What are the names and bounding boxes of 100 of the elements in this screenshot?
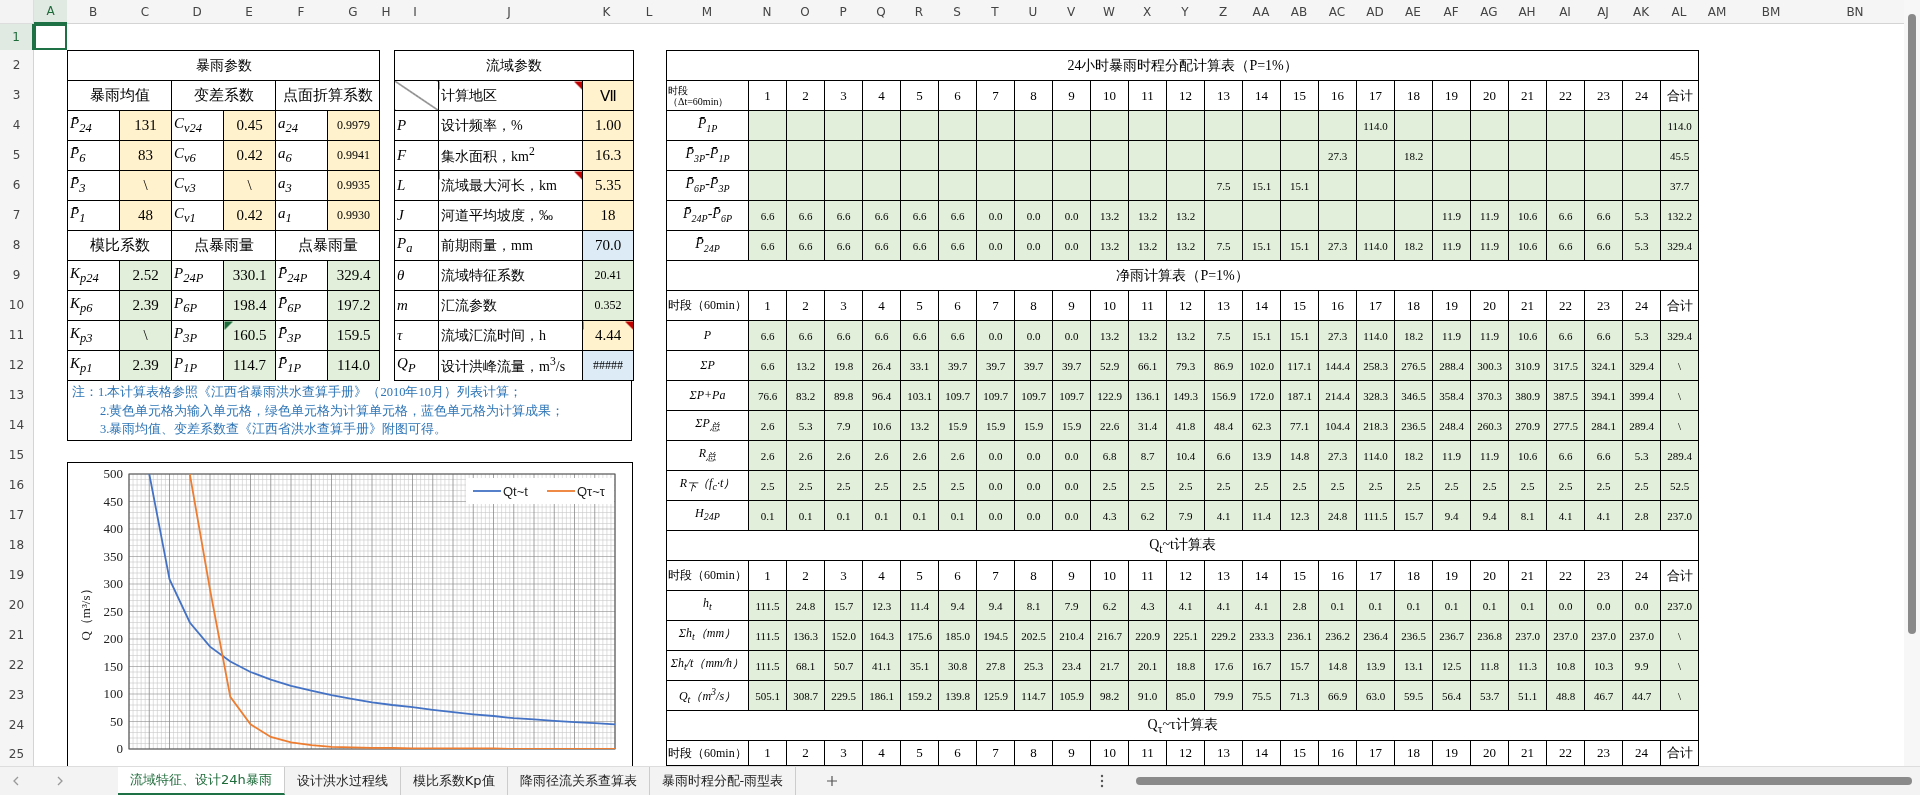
column-header: 18 xyxy=(1394,290,1433,321)
column-header[interactable]: K xyxy=(581,0,632,24)
vertical-scrollbar[interactable] xyxy=(1904,0,1920,766)
row-header[interactable]: 2 xyxy=(0,50,34,80)
column-header[interactable]: AC xyxy=(1318,0,1356,24)
sheet-tab[interactable]: 流域特征、设计24h暴雨 xyxy=(118,767,285,795)
param-value: ##### xyxy=(582,350,634,381)
y-axis-title: Q（m³/s） xyxy=(78,582,93,641)
column-header[interactable]: C xyxy=(119,0,171,24)
column-header: 5 xyxy=(900,740,939,766)
column-header[interactable]: AI xyxy=(1546,0,1584,24)
column-header[interactable]: D xyxy=(171,0,223,24)
row-header[interactable]: 22 xyxy=(0,650,34,680)
column-header[interactable]: V xyxy=(1052,0,1090,24)
row-header[interactable]: 7 xyxy=(0,200,34,230)
column-header[interactable]: AK xyxy=(1622,0,1660,24)
column-header[interactable]: J xyxy=(437,0,581,24)
row-header[interactable]: 1 xyxy=(0,24,34,50)
param-symbol: K$_{p24}$ xyxy=(67,260,120,291)
row-header[interactable]: 6 xyxy=(0,170,34,200)
column-header[interactable]: AF xyxy=(1432,0,1470,24)
row-header[interactable]: 21 xyxy=(0,620,34,650)
more-icon[interactable] xyxy=(1100,774,1105,788)
column-header[interactable]: BN xyxy=(1806,0,1904,24)
sheet-tab[interactable]: 设计洪水过程线 xyxy=(284,767,401,795)
column-header[interactable]: Y xyxy=(1166,0,1204,24)
column-header[interactable]: R xyxy=(900,0,938,24)
row-header[interactable]: 23 xyxy=(0,680,34,710)
sheet-tab[interactable]: 模比系数Kp值 xyxy=(400,767,508,795)
row-header[interactable]: 25 xyxy=(0,740,34,766)
row-header[interactable]: 14 xyxy=(0,410,34,440)
row-header[interactable]: 10 xyxy=(0,290,34,320)
column-header: 8 xyxy=(1014,290,1053,321)
row-header[interactable]: 9 xyxy=(0,260,34,290)
column-header[interactable]: A xyxy=(34,0,67,24)
row-header[interactable]: 16 xyxy=(0,470,34,500)
column-header: 20 xyxy=(1470,80,1509,111)
row-header[interactable]: 12 xyxy=(0,350,34,380)
row-header[interactable]: 17 xyxy=(0,500,34,530)
column-header[interactable]: I xyxy=(393,0,437,24)
column-header[interactable]: E xyxy=(223,0,275,24)
column-header[interactable]: AH xyxy=(1508,0,1546,24)
row-header[interactable]: 19 xyxy=(0,560,34,590)
row-header[interactable]: 11 xyxy=(0,320,34,350)
column-header: 20 xyxy=(1470,290,1509,321)
column-header[interactable]: H xyxy=(379,0,393,24)
column-header[interactable]: AE xyxy=(1394,0,1432,24)
column-header[interactable]: F xyxy=(275,0,327,24)
row-header[interactable]: 20 xyxy=(0,590,34,620)
cell-cursor xyxy=(34,24,67,50)
row-header[interactable]: 3 xyxy=(0,80,34,110)
row-header[interactable]: 8 xyxy=(0,230,34,260)
sheet-tab[interactable]: 暴雨时程分配-雨型表 xyxy=(649,767,797,795)
column-header[interactable]: Z xyxy=(1204,0,1242,24)
column-header[interactable]: G xyxy=(327,0,379,24)
column-header[interactable]: BM xyxy=(1736,0,1806,24)
param-value: 2.39 xyxy=(119,350,172,381)
scroll-thumb[interactable] xyxy=(1136,777,1912,785)
column-header[interactable]: M xyxy=(666,0,748,24)
column-header[interactable]: P xyxy=(824,0,862,24)
column-header: 17 xyxy=(1356,290,1395,321)
param-value: 2.39 xyxy=(119,290,172,321)
column-header: 8 xyxy=(1014,740,1053,766)
column-header: 21 xyxy=(1508,740,1547,766)
row-header[interactable]: 5 xyxy=(0,140,34,170)
row-header[interactable]: 18 xyxy=(0,530,34,560)
row-header[interactable]: 13 xyxy=(0,380,34,410)
add-sheet-icon[interactable] xyxy=(826,775,839,787)
column-header: 17 xyxy=(1356,740,1395,766)
row-header[interactable]: 15 xyxy=(0,440,34,470)
column-header[interactable]: AB xyxy=(1280,0,1318,24)
column-header[interactable]: W xyxy=(1090,0,1128,24)
column-header[interactable]: T xyxy=(976,0,1014,24)
column-header[interactable]: L xyxy=(632,0,666,24)
sheet-tab[interactable]: 降雨径流关系查算表 xyxy=(507,767,650,795)
column-header: 13 xyxy=(1204,290,1243,321)
column-header: 22 xyxy=(1546,80,1585,111)
column-header: 9 xyxy=(1052,290,1091,321)
scroll-thumb[interactable] xyxy=(1908,14,1916,634)
column-header[interactable]: N xyxy=(748,0,786,24)
column-header: 17 xyxy=(1356,560,1395,591)
column-header: 9 xyxy=(1052,740,1091,766)
column-header[interactable]: B xyxy=(67,0,119,24)
column-header[interactable]: AJ xyxy=(1584,0,1622,24)
row-label: H$_{24P}$ xyxy=(666,500,749,531)
column-header[interactable]: O xyxy=(786,0,824,24)
param-value: Ⅶ xyxy=(582,80,634,111)
column-header[interactable]: Q xyxy=(862,0,900,24)
column-header[interactable]: AA xyxy=(1242,0,1280,24)
column-header[interactable]: U xyxy=(1014,0,1052,24)
param-label: 流域最大河长，km xyxy=(438,170,583,201)
column-header[interactable]: S xyxy=(938,0,976,24)
param-value: 0.45 xyxy=(223,110,276,141)
column-header[interactable]: AM xyxy=(1698,0,1736,24)
row-header[interactable]: 4 xyxy=(0,110,34,140)
column-header[interactable]: AL xyxy=(1660,0,1698,24)
column-header[interactable]: AG xyxy=(1470,0,1508,24)
row-header[interactable]: 24 xyxy=(0,710,34,740)
column-header[interactable]: AD xyxy=(1356,0,1394,24)
column-header[interactable]: X xyxy=(1128,0,1166,24)
